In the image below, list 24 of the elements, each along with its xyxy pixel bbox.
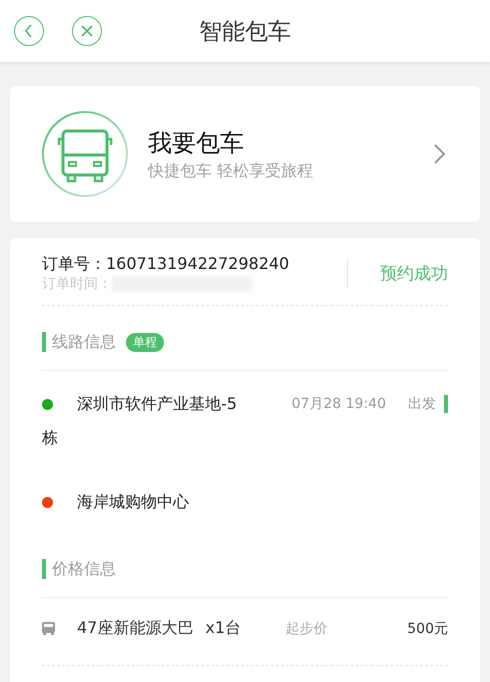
close-button[interactable]: [72, 16, 102, 46]
charter-title: 我要包车: [148, 128, 245, 158]
charter-card[interactable]: 我要包车 快捷包车 轻松享受旅程: [10, 86, 480, 222]
back-button[interactable]: [14, 16, 44, 46]
back-icon: [24, 24, 34, 38]
charter-subtitle: 快捷包车 轻松享受旅程: [148, 160, 314, 182]
bus-icon: [40, 109, 130, 199]
price-label: 起步价: [285, 620, 328, 638]
section-heading: 线路信息: [42, 332, 116, 352]
vehicle-quantity: x1台: [205, 618, 242, 639]
bus-icon: [42, 622, 55, 635]
vehicle-name: 47座新能源大巴: [77, 618, 194, 639]
stop-time: 07月28 19:40: [292, 395, 386, 414]
price-value: 500元: [407, 620, 448, 638]
page-title: 智能包车: [199, 18, 291, 46]
section-heading: 价格信息: [42, 559, 116, 579]
stop-action: 出发: [408, 395, 448, 413]
trip-type-tag: 单程: [126, 332, 164, 352]
close-icon: [81, 25, 93, 37]
stop-name: 海岸城购物中心: [77, 492, 189, 511]
chevron-right-icon: [434, 144, 446, 164]
order-status: 预约成功: [347, 258, 448, 288]
order-number: 订单号：160713194227298240: [42, 254, 290, 275]
stop-name: 深圳市软件产业基地-5栋: [42, 394, 237, 447]
